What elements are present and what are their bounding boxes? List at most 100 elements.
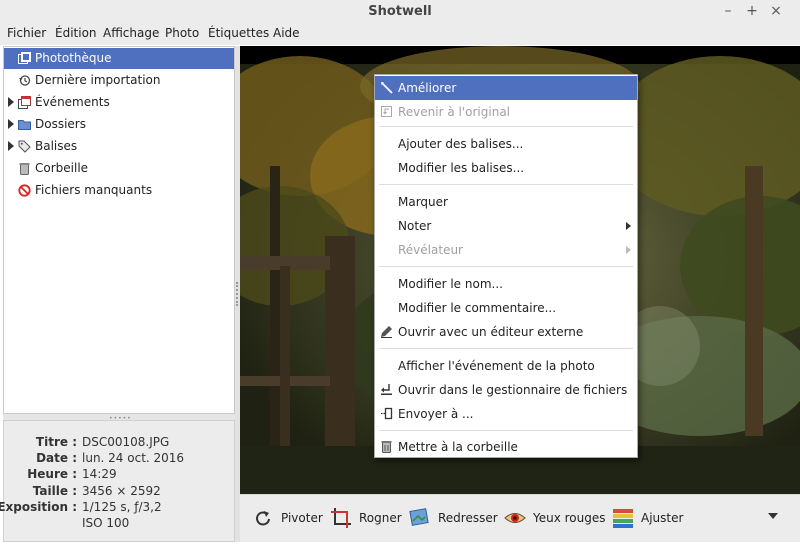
events-icon [18, 96, 31, 109]
menu-item-rate[interactable]: Noter [375, 214, 637, 238]
expand-arrow-icon[interactable] [8, 119, 14, 129]
menu-item-label: Ajouter des balises... [398, 137, 524, 151]
photo-toolbar: Pivoter Rogner Redresser Yeux rouges Aju… [240, 494, 800, 542]
folder-icon [18, 120, 31, 130]
menu-item-revert: Revenir à l'original [375, 100, 637, 124]
sidebar-item-label: Événements [35, 95, 110, 109]
sidebar-item-label: Corbeille [35, 161, 89, 175]
red-eye-icon [504, 513, 526, 523]
menu-item-open-file-manager[interactable]: Ouvrir dans le gestionnaire de fichiers [375, 378, 637, 402]
property-value: 14:29 [82, 467, 117, 481]
menu-item-label: Afficher l'événement de la photo [398, 359, 595, 373]
menu-tags[interactable]: Étiquettes [208, 26, 269, 40]
menu-item-label: Modifier les balises... [398, 161, 525, 175]
menu-item-rename[interactable]: Modifier le nom... [375, 272, 637, 296]
menu-item-flag[interactable]: Marquer [375, 190, 637, 214]
open-folder-icon [381, 384, 392, 395]
menu-item-enhance[interactable]: Améliorer [375, 76, 637, 100]
sidebar-item-library[interactable]: Photothèque [4, 48, 234, 69]
property-key: Date : [36, 451, 77, 465]
menu-item-label: Envoyer à ... [398, 407, 474, 421]
minimize-button[interactable]: – [718, 2, 738, 20]
expand-arrow-icon[interactable] [8, 141, 14, 151]
menu-item-label: Revenir à l'original [398, 105, 511, 119]
expand-arrow-icon[interactable] [8, 97, 14, 107]
sidebar-item-label: Balises [35, 139, 78, 153]
menu-view[interactable]: Affichage [103, 26, 159, 40]
sidebar: Photothèque Dernière importation Événeme… [3, 46, 235, 414]
menu-item-label: Révélateur [398, 243, 463, 257]
sidebar-item-events[interactable]: Événements [4, 92, 234, 113]
submenu-arrow-icon [626, 246, 631, 254]
property-value: DSC00108.JPG [82, 435, 170, 449]
menu-item-label: Noter [398, 219, 432, 233]
menu-item-add-tags[interactable]: Ajouter des balises... [375, 132, 637, 156]
menu-item-label: Ouvrir avec un éditeur externe [398, 325, 584, 339]
property-row: ISO 100 [4, 514, 234, 531]
menu-item-label: Améliorer [398, 81, 457, 95]
maximize-button[interactable]: + [742, 2, 762, 20]
property-key: Exposition : [0, 500, 77, 514]
revert-icon [381, 106, 392, 117]
rotate-icon [256, 511, 270, 526]
menu-item-edit-comment[interactable]: Modifier le commentaire... [375, 296, 637, 320]
sidebar-item-missing-files[interactable]: Fichiers manquants [4, 180, 234, 201]
sidebar-item-tags[interactable]: Balises [4, 136, 234, 157]
red-eye-label: Yeux rouges [533, 511, 606, 525]
menu-item-label: Ouvrir dans le gestionnaire de fichiers [398, 383, 628, 397]
tag-icon [18, 140, 31, 153]
menu-separator [379, 348, 633, 349]
menu-edit[interactable]: Édition [55, 26, 97, 40]
sidebar-item-label: Photothèque [35, 51, 112, 65]
menu-file[interactable]: Fichier [7, 26, 46, 40]
rotate-label: Pivoter [281, 511, 323, 525]
property-row: Taille : 3456 × 2592 [4, 482, 234, 499]
menu-help[interactable]: Aide [273, 26, 300, 40]
properties-panel: Titre : DSC00108.JPG Date : lun. 24 oct.… [0, 420, 235, 542]
property-row: Titre : DSC00108.JPG [4, 433, 234, 450]
menu-photo[interactable]: Photo [165, 26, 199, 40]
menu-separator [379, 266, 633, 267]
menu-separator [379, 184, 633, 185]
menu-separator [379, 126, 633, 127]
adjust-icon [613, 509, 633, 528]
menu-item-label: Modifier le nom... [398, 277, 503, 291]
sidebar-item-trash[interactable]: Corbeille [4, 158, 234, 179]
sidebar-item-label: Dernière importation [35, 73, 161, 87]
sidebar-item-label: Dossiers [35, 117, 86, 131]
property-value: 3456 × 2592 [82, 484, 161, 498]
sidebar-item-label: Fichiers manquants [35, 183, 153, 197]
property-value: ISO 100 [82, 516, 130, 530]
property-row: Exposition : 1/125 s, ƒ/3,2 [0, 498, 234, 515]
toolbar-overflow-arrow-icon[interactable] [768, 513, 778, 519]
straighten-icon [409, 508, 429, 526]
sidebar-item-folders[interactable]: Dossiers [4, 114, 234, 135]
missing-files-icon [18, 184, 31, 197]
trash-icon [381, 441, 392, 453]
sidebar-item-last-import[interactable]: Dernière importation [4, 70, 234, 91]
menu-item-show-event[interactable]: Afficher l'événement de la photo [375, 354, 637, 378]
crop-label: Rogner [359, 511, 402, 525]
property-key: Heure : [27, 467, 77, 481]
menu-item-label: Marquer [398, 195, 448, 209]
menu-separator [379, 430, 633, 431]
close-button[interactable]: × [766, 2, 786, 20]
crop-icon [331, 508, 351, 528]
submenu-arrow-icon [626, 222, 631, 230]
window-title: Shotwell [368, 4, 432, 19]
send-to-icon [381, 407, 393, 420]
history-icon [19, 75, 31, 86]
straighten-label: Redresser [438, 511, 498, 525]
menu-item-label: Modifier le commentaire... [398, 301, 557, 315]
property-value: lun. 24 oct. 2016 [82, 451, 185, 465]
property-row: Date : lun. 24 oct. 2016 [4, 449, 234, 466]
menu-item-move-to-trash[interactable]: Mettre à la corbeille [375, 435, 637, 459]
menu-item-modify-tags[interactable]: Modifier les balises... [375, 156, 637, 180]
external-editor-icon [381, 326, 392, 338]
menu-item-open-external-editor[interactable]: Ouvrir avec un éditeur externe [375, 320, 637, 344]
menu-item-label: Mettre à la corbeille [398, 440, 518, 454]
menu-item-send-to[interactable]: Envoyer à ... [375, 402, 637, 426]
menu-item-developer: Révélateur [375, 238, 637, 262]
property-key: Taille : [32, 484, 77, 498]
enhance-icon [381, 82, 393, 94]
